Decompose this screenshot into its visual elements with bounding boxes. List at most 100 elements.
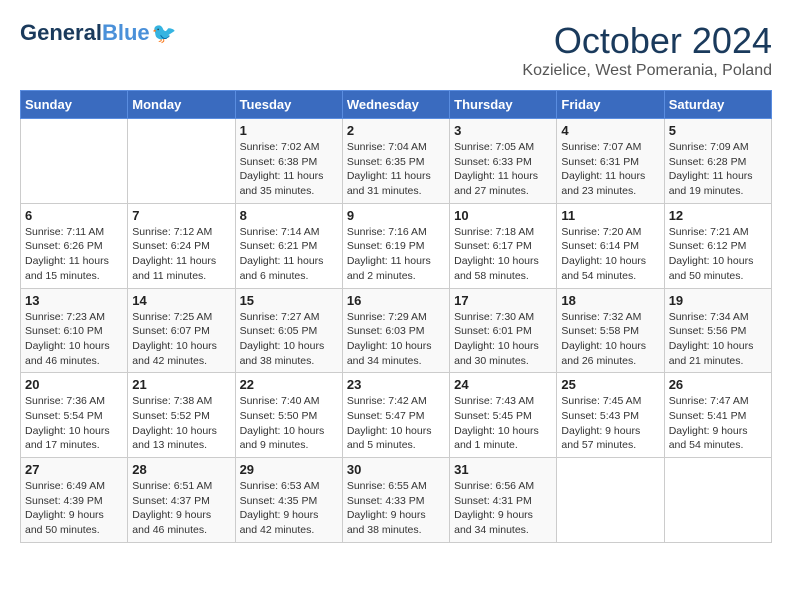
calendar-cell: 19 Sunrise: 7:34 AMSunset: 5:56 PMDayligh…	[664, 288, 771, 373]
weekday-header: Saturday	[664, 91, 771, 119]
calendar-cell: 5Sunrise: 7:09 AMSunset: 6:28 PMDaylight…	[664, 119, 771, 204]
day-number: 21	[132, 377, 230, 392]
logo-blue: Blue	[102, 20, 150, 46]
day-number: 3	[454, 123, 552, 138]
day-number: 7	[132, 208, 230, 223]
day-number: 1	[240, 123, 338, 138]
day-detail: Sunrise: 7:18 AMSunset: 6:17 PMDaylight:…	[454, 225, 552, 284]
day-detail: Sunrise: 7:07 AMSunset: 6:31 PMDaylight:…	[561, 140, 659, 199]
day-number: 18	[561, 293, 659, 308]
day-number: 26	[669, 377, 767, 392]
day-detail: Sunrise: 6:55 AMSunset: 4:33 PMDaylight:…	[347, 479, 445, 538]
calendar-week-row: 13Sunrise: 7:23 AMSunset: 6:10 PMDayligh…	[21, 288, 772, 373]
day-detail: Sunrise: 6:56 AMSunset: 4:31 PMDaylight:…	[454, 479, 552, 538]
day-number: 30	[347, 462, 445, 477]
day-number: 20	[25, 377, 123, 392]
day-detail: Sunrise: 7:45 AMSunset: 5:43 PMDaylight:…	[561, 394, 659, 453]
calendar-cell	[664, 458, 771, 543]
day-detail: Sunrise: 7:40 AMSunset: 5:50 PMDaylight:…	[240, 394, 338, 453]
day-number: 15	[240, 293, 338, 308]
day-number: 29	[240, 462, 338, 477]
calendar-cell: 8 Sunrise: 7:14 AMSunset: 6:21 PMDaylight…	[235, 203, 342, 288]
weekday-header: Sunday	[21, 91, 128, 119]
day-detail: Sunrise: 7:11 AMSunset: 6:26 PMDaylight:…	[25, 225, 123, 284]
location-subtitle: Kozielice, West Pomerania, Poland	[522, 62, 772, 80]
month-title: October 2024	[522, 20, 772, 62]
logo-bird-icon: 🐦	[152, 21, 177, 46]
day-detail: Sunrise: 7:05 AMSunset: 6:33 PMDaylight:…	[454, 140, 552, 199]
calendar-cell: 12 Sunrise: 7:21 AMSunset: 6:12 PMDayligh…	[664, 203, 771, 288]
day-detail: Sunrise: 7:25 AMSunset: 6:07 PMDaylight:…	[132, 310, 230, 369]
weekday-header: Wednesday	[342, 91, 449, 119]
calendar-cell: 16Sunrise: 7:29 AMSunset: 6:03 PMDayligh…	[342, 288, 449, 373]
calendar-cell: 11 Sunrise: 7:20 AMSunset: 6:14 PMDayligh…	[557, 203, 664, 288]
calendar-cell: 26 Sunrise: 7:47 AMSunset: 5:41 PMDayligh…	[664, 373, 771, 458]
day-detail: Sunrise: 7:43 AMSunset: 5:45 PMDaylight:…	[454, 394, 552, 453]
day-detail: Sunrise: 7:21 AMSunset: 6:12 PMDaylight:…	[669, 225, 767, 284]
day-number: 11	[561, 208, 659, 223]
day-detail: Sunrise: 7:29 AMSunset: 6:03 PMDaylight:…	[347, 310, 445, 369]
day-number: 8	[240, 208, 338, 223]
day-detail: Sunrise: 6:51 AMSunset: 4:37 PMDaylight:…	[132, 479, 230, 538]
day-detail: Sunrise: 7:16 AMSunset: 6:19 PMDaylight:…	[347, 225, 445, 284]
day-number: 19	[669, 293, 767, 308]
weekday-header: Thursday	[450, 91, 557, 119]
day-number: 9	[347, 208, 445, 223]
calendar-cell: 24Sunrise: 7:43 AMSunset: 5:45 PMDayligh…	[450, 373, 557, 458]
calendar-cell: 10 Sunrise: 7:18 AMSunset: 6:17 PMDayligh…	[450, 203, 557, 288]
logo: General Blue 🐦	[20, 20, 177, 46]
calendar-cell: 14 Sunrise: 7:25 AMSunset: 6:07 PMDayligh…	[128, 288, 235, 373]
calendar-cell: 2 Sunrise: 7:04 AMSunset: 6:35 PMDaylight…	[342, 119, 449, 204]
day-detail: Sunrise: 7:47 AMSunset: 5:41 PMDaylight:…	[669, 394, 767, 453]
calendar-cell: 1Sunrise: 7:02 AMSunset: 6:38 PMDaylight…	[235, 119, 342, 204]
day-number: 2	[347, 123, 445, 138]
calendar-cell: 18 Sunrise: 7:32 AMSunset: 5:58 PMDayligh…	[557, 288, 664, 373]
calendar-cell: 17 Sunrise: 7:30 AMSunset: 6:01 PMDayligh…	[450, 288, 557, 373]
weekday-header: Monday	[128, 91, 235, 119]
day-detail: Sunrise: 7:38 AMSunset: 5:52 PMDaylight:…	[132, 394, 230, 453]
day-detail: Sunrise: 7:34 AMSunset: 5:56 PMDaylight:…	[669, 310, 767, 369]
calendar-cell: 21 Sunrise: 7:38 AMSunset: 5:52 PMDayligh…	[128, 373, 235, 458]
calendar-cell: 15 Sunrise: 7:27 AMSunset: 6:05 PMDayligh…	[235, 288, 342, 373]
title-block: October 2024 Kozielice, West Pomerania, …	[522, 20, 772, 80]
day-detail: Sunrise: 7:32 AMSunset: 5:58 PMDaylight:…	[561, 310, 659, 369]
day-number: 14	[132, 293, 230, 308]
calendar-cell: 30 Sunrise: 6:55 AMSunset: 4:33 PMDayligh…	[342, 458, 449, 543]
calendar-cell	[128, 119, 235, 204]
day-detail: Sunrise: 7:36 AMSunset: 5:54 PMDaylight:…	[25, 394, 123, 453]
calendar-cell: 3 Sunrise: 7:05 AMSunset: 6:33 PMDaylight…	[450, 119, 557, 204]
day-number: 5	[669, 123, 767, 138]
day-number: 28	[132, 462, 230, 477]
day-detail: Sunrise: 7:27 AMSunset: 6:05 PMDaylight:…	[240, 310, 338, 369]
day-number: 17	[454, 293, 552, 308]
day-detail: Sunrise: 7:14 AMSunset: 6:21 PMDaylight:…	[240, 225, 338, 284]
calendar-cell: 9 Sunrise: 7:16 AMSunset: 6:19 PMDaylight…	[342, 203, 449, 288]
day-number: 23	[347, 377, 445, 392]
page-header: General Blue 🐦 October 2024 Kozielice, W…	[20, 20, 772, 80]
day-detail: Sunrise: 7:42 AMSunset: 5:47 PMDaylight:…	[347, 394, 445, 453]
calendar-cell: 29 Sunrise: 6:53 AMSunset: 4:35 PMDayligh…	[235, 458, 342, 543]
day-detail: Sunrise: 7:04 AMSunset: 6:35 PMDaylight:…	[347, 140, 445, 199]
weekday-header: Tuesday	[235, 91, 342, 119]
day-detail: Sunrise: 6:53 AMSunset: 4:35 PMDaylight:…	[240, 479, 338, 538]
calendar-cell: 4Sunrise: 7:07 AMSunset: 6:31 PMDaylight…	[557, 119, 664, 204]
calendar-cell: 31 Sunrise: 6:56 AMSunset: 4:31 PMDayligh…	[450, 458, 557, 543]
day-detail: Sunrise: 7:20 AMSunset: 6:14 PMDaylight:…	[561, 225, 659, 284]
day-detail: Sunrise: 6:49 AMSunset: 4:39 PMDaylight:…	[25, 479, 123, 538]
day-number: 13	[25, 293, 123, 308]
calendar-cell: 13Sunrise: 7:23 AMSunset: 6:10 PMDayligh…	[21, 288, 128, 373]
calendar-week-row: 20 Sunrise: 7:36 AMSunset: 5:54 PMDayligh…	[21, 373, 772, 458]
calendar-cell: 20 Sunrise: 7:36 AMSunset: 5:54 PMDayligh…	[21, 373, 128, 458]
day-number: 31	[454, 462, 552, 477]
logo-general: General	[20, 20, 102, 46]
calendar-cell	[21, 119, 128, 204]
day-detail: Sunrise: 7:30 AMSunset: 6:01 PMDaylight:…	[454, 310, 552, 369]
day-number: 27	[25, 462, 123, 477]
day-number: 10	[454, 208, 552, 223]
day-detail: Sunrise: 7:12 AMSunset: 6:24 PMDaylight:…	[132, 225, 230, 284]
day-number: 12	[669, 208, 767, 223]
calendar-week-row: 6Sunrise: 7:11 AMSunset: 6:26 PMDaylight…	[21, 203, 772, 288]
calendar-cell: 25Sunrise: 7:45 AMSunset: 5:43 PMDayligh…	[557, 373, 664, 458]
weekday-header: Friday	[557, 91, 664, 119]
calendar-cell: 6Sunrise: 7:11 AMSunset: 6:26 PMDaylight…	[21, 203, 128, 288]
